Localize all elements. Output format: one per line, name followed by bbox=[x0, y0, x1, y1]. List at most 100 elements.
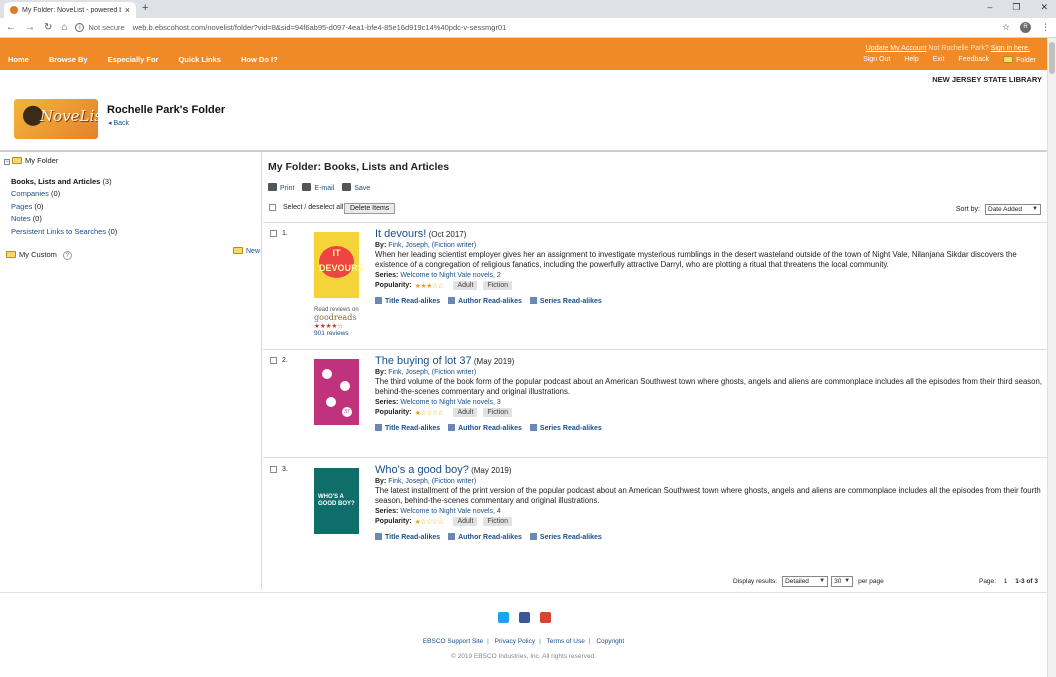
cover-title: 37 bbox=[342, 407, 352, 417]
save-button[interactable]: Save bbox=[342, 183, 370, 192]
tab-close-icon[interactable]: × bbox=[125, 5, 130, 15]
result-title-link[interactable]: Who's a good boy? bbox=[375, 464, 469, 476]
info-icon[interactable]: i bbox=[75, 23, 85, 32]
scrollbar-thumb[interactable] bbox=[1049, 42, 1055, 74]
novelist-logo[interactable]: NoveList bbox=[14, 99, 98, 139]
reload-icon[interactable]: ↻ bbox=[44, 22, 52, 33]
minimize-button[interactable]: – bbox=[987, 2, 992, 13]
page-scrollbar[interactable] bbox=[1047, 38, 1056, 677]
sidebar-item-books[interactable]: Books, Lists and Articles (3) bbox=[11, 176, 117, 188]
folder-link[interactable]: Folder bbox=[1003, 56, 1036, 64]
chevron-down-icon: ▼ bbox=[819, 578, 826, 584]
author-link[interactable]: Fink, Joseph, (Fiction writer) bbox=[388, 478, 476, 485]
author-readalikes-link[interactable]: Author Read-alikes bbox=[448, 533, 522, 541]
profile-avatar[interactable]: R bbox=[1020, 22, 1031, 33]
goodreads-stars: ★★★★☆ bbox=[314, 323, 344, 330]
email-button[interactable]: E-mail bbox=[302, 183, 334, 192]
bookmark-star-icon[interactable]: ☆ bbox=[1002, 22, 1010, 33]
feedback-link[interactable]: Feedback bbox=[958, 56, 989, 64]
series-label: Series: bbox=[375, 508, 399, 515]
sort-select[interactable]: Date Added ▼ bbox=[985, 204, 1041, 215]
sign-out-link[interactable]: Sign Out bbox=[863, 56, 890, 64]
support-site-link[interactable]: EBSCO Support Site bbox=[423, 638, 483, 645]
exit-link[interactable]: Exit bbox=[933, 56, 945, 64]
sign-in-link[interactable]: Sign in here. bbox=[991, 45, 1030, 52]
twitter-icon[interactable] bbox=[498, 612, 509, 623]
menu-how-do-i[interactable]: How Do I? bbox=[241, 55, 278, 64]
sidebar-item-persistent-links[interactable]: Persistent Links to Searches (0) bbox=[11, 226, 117, 238]
url-text[interactable]: web.b.ebscohost.com/novelist/folder?vid=… bbox=[133, 23, 507, 32]
per-page-select[interactable]: 30 ▼ bbox=[831, 576, 854, 587]
print-button[interactable]: Print bbox=[268, 183, 294, 192]
my-custom-folder[interactable]: My Custom? bbox=[6, 250, 72, 260]
result-title-link[interactable]: It devours! bbox=[375, 228, 426, 240]
menu-quick-links[interactable]: Quick Links bbox=[178, 55, 221, 64]
social-links bbox=[498, 612, 551, 623]
book-cover[interactable]: 37 bbox=[314, 359, 359, 425]
page-number[interactable]: 1 bbox=[1004, 578, 1008, 585]
book-cover[interactable]: WHO'S A GOOD BOY? bbox=[314, 468, 359, 534]
series-link[interactable]: Welcome to Night Vale novels, 4 bbox=[400, 508, 501, 515]
author-link[interactable]: Fink, Joseph, (Fiction writer) bbox=[388, 369, 476, 376]
readalike-icon bbox=[375, 533, 382, 540]
forward-arrow-icon[interactable]: → bbox=[25, 22, 35, 33]
favicon-icon bbox=[10, 6, 18, 14]
delete-items-button[interactable]: Delete Items bbox=[344, 203, 396, 214]
menu-especially-for[interactable]: Especially For bbox=[108, 55, 159, 64]
sidebar-item-companies[interactable]: Companies (0) bbox=[11, 188, 117, 200]
popularity-stars: ★☆☆☆☆ bbox=[414, 409, 444, 417]
result-checkbox[interactable] bbox=[270, 230, 277, 237]
collapse-icon[interactable]: − bbox=[4, 159, 10, 165]
back-arrow-icon[interactable]: ← bbox=[6, 22, 16, 33]
series-link[interactable]: Welcome to Night Vale novels, 3 bbox=[400, 399, 501, 406]
new-folder-button[interactable]: New bbox=[233, 247, 260, 255]
tab-title: My Folder: NoveList - powered b bbox=[22, 6, 121, 14]
url-field[interactable]: i Not secure web.b.ebscohost.com/novelis… bbox=[75, 21, 1001, 35]
select-all-checkbox[interactable] bbox=[269, 204, 276, 211]
terms-of-use-link[interactable]: Terms of Use bbox=[547, 638, 585, 645]
series-label: Series: bbox=[375, 399, 399, 406]
title-readalikes-link[interactable]: Title Read-alikes bbox=[375, 533, 440, 541]
menu-browse-by[interactable]: Browse By bbox=[49, 55, 88, 64]
goodreads-badge[interactable]: Read reviews on goodreads ★★★★☆ 901 revi… bbox=[314, 307, 359, 337]
author-link[interactable]: Fink, Joseph, (Fiction writer) bbox=[388, 242, 476, 249]
series-readalikes-link[interactable]: Series Read-alikes bbox=[529, 424, 602, 432]
sidebar-item-label: Pages bbox=[11, 201, 33, 211]
tag-pill: Adult bbox=[453, 281, 478, 290]
utility-links: Sign Out Help Exit Feedback Folder bbox=[863, 56, 1036, 64]
copyright-link[interactable]: Copyright bbox=[596, 638, 624, 645]
close-window-button[interactable]: ✕ bbox=[1040, 2, 1048, 13]
author-readalikes-link[interactable]: Author Read-alikes bbox=[448, 297, 522, 305]
update-account-link[interactable]: Update My Account bbox=[866, 45, 927, 52]
series-link[interactable]: Welcome to Night Vale novels, 2 bbox=[400, 272, 501, 279]
privacy-policy-link[interactable]: Privacy Policy bbox=[495, 638, 535, 645]
author-readalikes-link[interactable]: Author Read-alikes bbox=[448, 424, 522, 432]
result-checkbox[interactable] bbox=[270, 357, 277, 364]
title-readalikes-link[interactable]: Title Read-alikes bbox=[375, 297, 440, 305]
browser-menu-icon[interactable]: ⋮ bbox=[1041, 22, 1050, 33]
maximize-button[interactable]: ❐ bbox=[1012, 2, 1020, 13]
browser-tab[interactable]: My Folder: NoveList - powered b × bbox=[4, 2, 136, 18]
series-readalikes-link[interactable]: Series Read-alikes bbox=[529, 533, 602, 541]
popularity-label: Popularity: bbox=[375, 282, 412, 289]
email-share-icon[interactable] bbox=[540, 612, 551, 623]
result-title-link[interactable]: The buying of lot 37 bbox=[375, 355, 472, 367]
tree-root[interactable]: − My Folder bbox=[4, 156, 58, 165]
book-cover[interactable]: IT DEVOURS bbox=[314, 232, 364, 298]
series-readalikes-link[interactable]: Series Read-alikes bbox=[529, 297, 602, 305]
help-link[interactable]: Help bbox=[904, 56, 918, 64]
title-readalikes-link[interactable]: Title Read-alikes bbox=[375, 424, 440, 432]
new-tab-button[interactable]: + bbox=[142, 2, 148, 14]
display-select[interactable]: Detailed ▼ bbox=[782, 576, 829, 587]
facebook-icon[interactable] bbox=[519, 612, 530, 623]
help-icon[interactable]: ? bbox=[62, 251, 72, 260]
goodreads-reviews-link[interactable]: 901 reviews bbox=[314, 330, 359, 337]
home-icon[interactable]: ⌂ bbox=[61, 22, 67, 33]
sidebar-item-pages[interactable]: Pages (0) bbox=[11, 201, 117, 213]
back-link[interactable]: ◂ Back bbox=[108, 119, 129, 127]
menu-home[interactable]: Home bbox=[8, 55, 29, 64]
result-checkbox[interactable] bbox=[270, 466, 277, 473]
goodreads-logo: goodreads bbox=[314, 313, 357, 322]
series-label: Series: bbox=[375, 272, 399, 279]
sidebar-item-notes[interactable]: Notes (0) bbox=[11, 213, 117, 225]
